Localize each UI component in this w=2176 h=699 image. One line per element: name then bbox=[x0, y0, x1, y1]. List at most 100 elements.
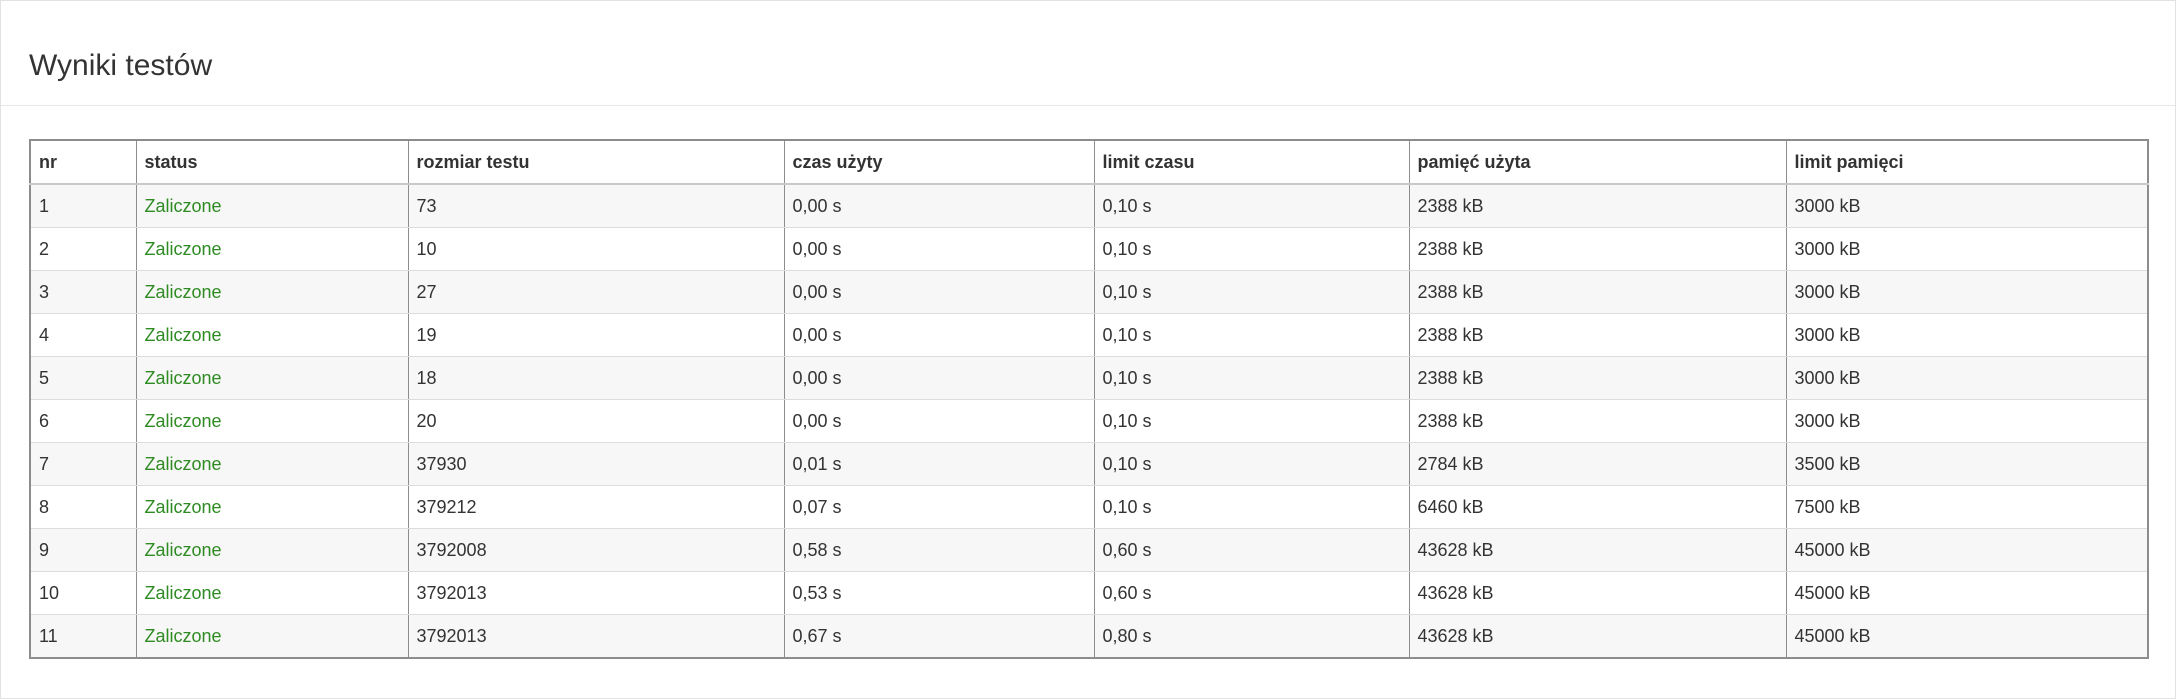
cell-memory-used: 43628 kB bbox=[1408, 614, 1787, 659]
cell-memory-used: 43628 kB bbox=[1408, 571, 1787, 615]
cell-test-size: 20 bbox=[407, 399, 785, 443]
cell-memory-limit: 45000 kB bbox=[1785, 614, 2149, 659]
cell-time-used: 0,00 s bbox=[783, 356, 1095, 400]
cell-memory-used: 2784 kB bbox=[1408, 442, 1787, 486]
column-header-memory-used: pamięć użyta bbox=[1408, 139, 1787, 185]
cell-test-size: 10 bbox=[407, 227, 785, 271]
cell-time-used: 0,00 s bbox=[783, 183, 1095, 228]
table-row: 7 Zaliczone 37930 0,01 s 0,10 s 2784 kB 3500 k… bbox=[29, 442, 2149, 486]
column-header-time-limit: limit czasu bbox=[1093, 139, 1410, 185]
cell-test-size: 3792008 bbox=[407, 528, 785, 572]
cell-memory-limit: 3000 kB bbox=[1785, 270, 2149, 314]
cell-test-size: 3792013 bbox=[407, 571, 785, 615]
cell-time-used: 0,00 s bbox=[783, 270, 1095, 314]
table-header-row: nr status rozmiar testu czas użyty limit… bbox=[29, 139, 2149, 185]
cell-memory-used: 2388 kB bbox=[1408, 356, 1787, 400]
cell-time-limit: 0,10 s bbox=[1093, 183, 1410, 228]
cell-time-limit: 0,60 s bbox=[1093, 571, 1410, 615]
column-header-nr: nr bbox=[29, 139, 137, 185]
cell-nr: 3 bbox=[29, 270, 137, 314]
cell-status: Zaliczone bbox=[135, 614, 409, 659]
cell-memory-limit: 3500 kB bbox=[1785, 442, 2149, 486]
table-row: 11 Zaliczone 3792013 0,67 s 0,80 s 43628 kB 45… bbox=[29, 614, 2149, 659]
cell-memory-limit: 7500 kB bbox=[1785, 485, 2149, 529]
cell-memory-used: 6460 kB bbox=[1408, 485, 1787, 529]
cell-status: Zaliczone bbox=[135, 356, 409, 400]
cell-time-used: 0,67 s bbox=[783, 614, 1095, 659]
cell-status: Zaliczone bbox=[135, 442, 409, 486]
cell-time-limit: 0,60 s bbox=[1093, 528, 1410, 572]
cell-time-limit: 0,10 s bbox=[1093, 270, 1410, 314]
cell-memory-used: 2388 kB bbox=[1408, 227, 1787, 271]
cell-nr: 4 bbox=[29, 313, 137, 357]
cell-test-size: 73 bbox=[407, 183, 785, 228]
cell-nr: 5 bbox=[29, 356, 137, 400]
cell-status: Zaliczone bbox=[135, 528, 409, 572]
cell-nr: 11 bbox=[29, 614, 137, 659]
cell-memory-limit: 45000 kB bbox=[1785, 571, 2149, 615]
cell-nr: 10 bbox=[29, 571, 137, 615]
cell-time-used: 0,00 s bbox=[783, 313, 1095, 357]
cell-time-used: 0,53 s bbox=[783, 571, 1095, 615]
cell-time-limit: 0,10 s bbox=[1093, 313, 1410, 357]
cell-time-used: 0,00 s bbox=[783, 399, 1095, 443]
cell-test-size: 37930 bbox=[407, 442, 785, 486]
cell-memory-limit: 3000 kB bbox=[1785, 227, 2149, 271]
column-header-time-used: czas użyty bbox=[783, 139, 1095, 185]
table-row: 2 Zaliczone 10 0,00 s 0,10 s 2388 kB 3000 kB bbox=[29, 227, 2149, 271]
cell-memory-used: 2388 kB bbox=[1408, 399, 1787, 443]
table-row: 6 Zaliczone 20 0,00 s 0,10 s 2388 kB 3000 kB bbox=[29, 399, 2149, 443]
cell-test-size: 27 bbox=[407, 270, 785, 314]
cell-test-size: 19 bbox=[407, 313, 785, 357]
results-table-body: 1 Zaliczone 73 0,00 s 0,10 s 2388 kB 3000 kB 2 Z… bbox=[29, 183, 2149, 659]
cell-memory-used: 2388 kB bbox=[1408, 183, 1787, 228]
cell-nr: 2 bbox=[29, 227, 137, 271]
cell-status: Zaliczone bbox=[135, 485, 409, 529]
panel-heading: Wyniki testów bbox=[1, 1, 2175, 106]
table-row: 5 Zaliczone 18 0,00 s 0,10 s 2388 kB 3000 kB bbox=[29, 356, 2149, 400]
column-header-status: status bbox=[135, 139, 409, 185]
page-title: Wyniki testów bbox=[29, 49, 213, 82]
cell-nr: 9 bbox=[29, 528, 137, 572]
table-row: 10 Zaliczone 3792013 0,53 s 0,60 s 43628 kB 45… bbox=[29, 571, 2149, 615]
table-row: 8 Zaliczone 379212 0,07 s 0,10 s 6460 kB 7500 … bbox=[29, 485, 2149, 529]
cell-time-limit: 0,10 s bbox=[1093, 356, 1410, 400]
cell-time-limit: 0,10 s bbox=[1093, 485, 1410, 529]
cell-memory-used: 2388 kB bbox=[1408, 313, 1787, 357]
table-row: 4 Zaliczone 19 0,00 s 0,10 s 2388 kB 3000 kB bbox=[29, 313, 2149, 357]
cell-status: Zaliczone bbox=[135, 313, 409, 357]
results-table: nr status rozmiar testu czas użyty limit… bbox=[29, 139, 2149, 659]
column-header-test-size: rozmiar testu bbox=[407, 139, 785, 185]
table-row: 3 Zaliczone 27 0,00 s 0,10 s 2388 kB 3000 kB bbox=[29, 270, 2149, 314]
cell-memory-used: 2388 kB bbox=[1408, 270, 1787, 314]
cell-status: Zaliczone bbox=[135, 227, 409, 271]
cell-status: Zaliczone bbox=[135, 183, 409, 228]
table-row: 9 Zaliczone 3792008 0,58 s 0,60 s 43628 kB 450… bbox=[29, 528, 2149, 572]
cell-time-used: 0,07 s bbox=[783, 485, 1095, 529]
cell-status: Zaliczone bbox=[135, 399, 409, 443]
cell-time-limit: 0,80 s bbox=[1093, 614, 1410, 659]
cell-memory-limit: 3000 kB bbox=[1785, 356, 2149, 400]
cell-test-size: 379212 bbox=[407, 485, 785, 529]
test-results-panel: Wyniki testów nr status rozmiar testu cz… bbox=[0, 0, 2176, 699]
cell-nr: 6 bbox=[29, 399, 137, 443]
cell-time-used: 0,01 s bbox=[783, 442, 1095, 486]
cell-status: Zaliczone bbox=[135, 571, 409, 615]
cell-time-limit: 0,10 s bbox=[1093, 227, 1410, 271]
cell-time-limit: 0,10 s bbox=[1093, 399, 1410, 443]
cell-nr: 7 bbox=[29, 442, 137, 486]
cell-nr: 8 bbox=[29, 485, 137, 529]
cell-time-used: 0,58 s bbox=[783, 528, 1095, 572]
cell-memory-used: 43628 kB bbox=[1408, 528, 1787, 572]
cell-time-used: 0,00 s bbox=[783, 227, 1095, 271]
cell-test-size: 3792013 bbox=[407, 614, 785, 659]
cell-memory-limit: 3000 kB bbox=[1785, 183, 2149, 228]
cell-memory-limit: 3000 kB bbox=[1785, 313, 2149, 357]
cell-memory-limit: 45000 kB bbox=[1785, 528, 2149, 572]
cell-status: Zaliczone bbox=[135, 270, 409, 314]
cell-memory-limit: 3000 kB bbox=[1785, 399, 2149, 443]
table-row: 1 Zaliczone 73 0,00 s 0,10 s 2388 kB 3000 kB bbox=[29, 183, 2149, 228]
column-header-memory-limit: limit pamięci bbox=[1785, 139, 2149, 185]
results-table-wrapper: nr status rozmiar testu czas użyty limit… bbox=[29, 139, 2149, 659]
cell-test-size: 18 bbox=[407, 356, 785, 400]
